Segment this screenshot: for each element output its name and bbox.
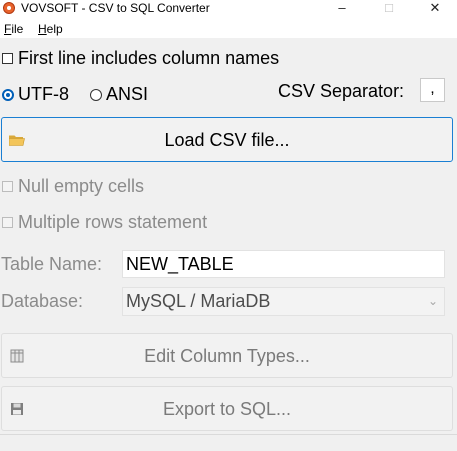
menu-help-label: elp — [46, 22, 63, 36]
menu-help[interactable]: Help — [38, 22, 63, 36]
export-sql-label: Export to SQL... — [162, 399, 292, 419]
chevron-down-icon: ⌄ — [427, 294, 438, 308]
minimize-button[interactable]: – — [320, 0, 364, 18]
title-bar: VOVSOFT - CSV to SQL Converter – □ ✕ — [0, 0, 457, 18]
menu-help-mnemonic: H — [38, 22, 47, 36]
export-sql-button[interactable]: Export to SQL... — [1, 386, 453, 431]
csv-separator-input[interactable]: , — [420, 78, 445, 102]
null-empty-cells-label[interactable]: Null empty cells — [18, 176, 144, 197]
edit-column-types-label: Edit Column Types... — [144, 346, 310, 366]
app-icon — [3, 2, 15, 14]
load-csv-button[interactable]: Load CSV file... — [1, 117, 453, 162]
status-divider — [0, 434, 457, 435]
ansi-radio[interactable] — [90, 89, 102, 101]
first-line-label[interactable]: First line includes column names — [18, 48, 279, 69]
edit-column-types-button[interactable]: Edit Column Types... — [1, 333, 453, 378]
table-name-label: Table Name: — [1, 254, 103, 274]
first-line-checkbox[interactable] — [2, 53, 13, 64]
maximize-button: □ — [385, 0, 393, 15]
close-button[interactable]: ✕ — [413, 0, 457, 18]
database-label: Database: — [1, 291, 84, 311]
utf8-label[interactable]: UTF-8 — [18, 84, 69, 105]
window-title: VOVSOFT - CSV to SQL Converter — [21, 1, 210, 15]
ansi-label[interactable]: ANSI — [106, 84, 148, 105]
database-select[interactable]: MySQL / MariaDB ⌄ — [122, 287, 445, 316]
database-select-value: MySQL / MariaDB — [126, 291, 271, 311]
menu-bar: File Help — [0, 18, 457, 38]
null-empty-cells-checkbox[interactable] — [2, 181, 13, 192]
load-csv-label: Load CSV file... — [164, 130, 290, 150]
utf8-radio[interactable] — [2, 89, 14, 101]
menu-file[interactable]: File — [4, 22, 23, 36]
multiple-rows-label[interactable]: Multiple rows statement — [18, 212, 207, 233]
table-name-input[interactable]: NEW_TABLE — [122, 250, 445, 278]
multiple-rows-checkbox[interactable] — [2, 217, 13, 228]
menu-file-label: ile — [11, 22, 24, 36]
csv-separator-label: CSV Separator: — [278, 81, 405, 101]
